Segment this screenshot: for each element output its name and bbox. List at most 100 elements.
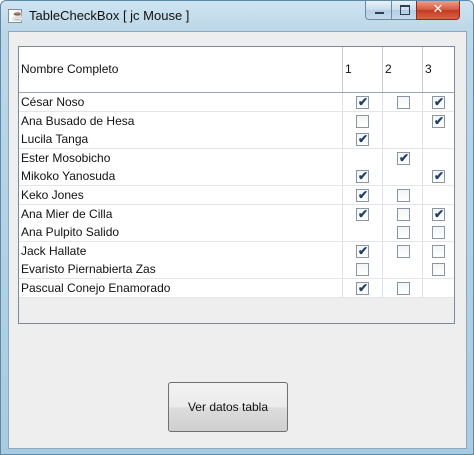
maximize-button[interactable] xyxy=(391,1,417,20)
row-check-cell-3[interactable]: ✔ xyxy=(423,205,454,223)
table-row[interactable]: Ester Mosobicho ✔ xyxy=(19,148,454,168)
table-row[interactable]: Ana Mier de Cilla ✔ ✔ xyxy=(19,204,454,224)
checkbox[interactable]: ✔ xyxy=(356,169,369,184)
table-row[interactable]: Evaristo Piernabierta Zas xyxy=(19,260,454,280)
checkbox[interactable]: ✔ xyxy=(356,243,369,258)
row-check-cell-3[interactable]: ✔ xyxy=(423,93,454,111)
row-check-cell-2[interactable] xyxy=(383,167,423,186)
row-check-cell-3[interactable] xyxy=(423,149,454,167)
row-name-cell[interactable]: Pascual Conejo Enamorado xyxy=(19,279,343,297)
table-row[interactable]: Ana Pulpito Salido xyxy=(19,223,454,243)
ver-datos-button[interactable]: Ver datos tabla xyxy=(168,382,288,432)
checkbox[interactable] xyxy=(397,244,410,258)
checkmark-icon: ✔ xyxy=(434,113,445,128)
checkbox[interactable] xyxy=(356,263,369,277)
checkbox[interactable]: ✔ xyxy=(397,150,410,165)
row-check-cell-2[interactable] xyxy=(383,204,423,223)
row-check-cell-3[interactable] xyxy=(423,186,454,204)
row-check-cell-3[interactable] xyxy=(423,130,454,148)
checkmark-icon: ✔ xyxy=(358,281,369,295)
checkbox[interactable]: ✔ xyxy=(432,169,445,184)
row-name-cell[interactable]: Ana Pulpito Salido xyxy=(19,223,343,242)
column-header-name[interactable]: Nombre Completo xyxy=(19,47,343,92)
column-header-1[interactable]: 1 xyxy=(343,47,383,92)
row-name-cell[interactable]: César Noso xyxy=(19,93,343,111)
row-check-cell-1[interactable]: ✔ xyxy=(343,130,383,149)
app-window: ☕ TableCheckBox [ jc Mouse ] ✕ Nombre Co… xyxy=(0,0,474,455)
row-name-cell[interactable]: Ester Mosobicho xyxy=(19,148,343,167)
java-icon: ☕ xyxy=(8,9,25,23)
row-name-cell[interactable]: Keko Jones xyxy=(19,186,343,204)
table-scroll-pane[interactable]: Nombre Completo 1 2 3 César Noso ✔ ✔ Ana Bu… xyxy=(18,46,455,324)
column-header-3[interactable]: 3 xyxy=(423,47,454,92)
row-name-cell[interactable]: Ana Mier de Cilla xyxy=(19,204,343,223)
checkbox[interactable] xyxy=(397,282,410,295)
row-check-cell-3[interactable] xyxy=(423,223,454,241)
checkmark-icon: ✔ xyxy=(434,95,445,109)
checkmark-icon: ✔ xyxy=(358,243,369,258)
row-name-cell[interactable]: Jack Hallate xyxy=(19,241,343,260)
checkbox[interactable] xyxy=(432,226,445,240)
checkmark-icon: ✔ xyxy=(434,169,445,184)
row-check-cell-3[interactable]: ✔ xyxy=(423,112,454,130)
row-name-cell[interactable]: Lucila Tanga xyxy=(19,130,343,149)
row-name-cell[interactable]: Ana Busado de Hesa xyxy=(19,111,343,130)
checkbox[interactable]: ✔ xyxy=(356,132,369,147)
row-check-cell-3[interactable]: ✔ xyxy=(423,167,454,185)
checkbox[interactable] xyxy=(397,226,410,240)
content-panel: Nombre Completo 1 2 3 César Noso ✔ ✔ Ana Bu… xyxy=(8,31,467,449)
row-check-cell-1[interactable]: ✔ xyxy=(343,186,383,204)
row-name-cell[interactable]: Evaristo Piernabierta Zas xyxy=(19,260,343,279)
checkbox[interactable] xyxy=(356,114,369,128)
checkbox[interactable]: ✔ xyxy=(356,281,369,295)
minimize-button[interactable] xyxy=(365,1,392,20)
row-check-cell-3[interactable] xyxy=(423,242,454,260)
table-row[interactable]: César Noso ✔ ✔ xyxy=(19,93,454,112)
row-check-cell-1[interactable] xyxy=(343,260,383,279)
row-check-cell-1[interactable] xyxy=(343,148,383,167)
row-check-cell-1[interactable] xyxy=(343,223,383,242)
row-check-cell-2[interactable] xyxy=(383,241,423,260)
checkbox[interactable] xyxy=(432,263,445,277)
checkbox[interactable] xyxy=(397,189,410,202)
row-check-cell-1[interactable] xyxy=(343,111,383,130)
row-check-cell-1[interactable]: ✔ xyxy=(343,93,383,111)
row-name-cell[interactable]: Mikoko Yanosuda xyxy=(19,167,343,186)
row-check-cell-2[interactable] xyxy=(383,223,423,242)
row-check-cell-2[interactable]: ✔ xyxy=(383,148,423,167)
checkbox[interactable]: ✔ xyxy=(432,95,445,109)
row-check-cell-3[interactable] xyxy=(423,260,454,278)
row-check-cell-2[interactable] xyxy=(383,279,423,297)
checkbox[interactable]: ✔ xyxy=(432,113,445,128)
table-row[interactable]: Lucila Tanga ✔ xyxy=(19,130,454,150)
row-check-cell-2[interactable] xyxy=(383,130,423,149)
table-header: Nombre Completo 1 2 3 xyxy=(19,47,454,93)
row-check-cell-2[interactable] xyxy=(383,93,423,111)
table-row[interactable]: Ana Busado de Hesa ✔ xyxy=(19,111,454,131)
column-header-2[interactable]: 2 xyxy=(383,47,423,92)
checkmark-icon: ✔ xyxy=(358,169,369,184)
close-button[interactable]: ✕ xyxy=(416,1,460,20)
checkbox[interactable]: ✔ xyxy=(356,207,369,221)
checkbox[interactable] xyxy=(397,96,410,109)
row-check-cell-1[interactable]: ✔ xyxy=(343,279,383,297)
row-check-cell-1[interactable]: ✔ xyxy=(343,241,383,260)
checkbox[interactable]: ✔ xyxy=(356,95,369,109)
checkbox[interactable]: ✔ xyxy=(356,188,369,202)
row-check-cell-2[interactable] xyxy=(383,260,423,279)
table-row[interactable]: Keko Jones ✔ xyxy=(19,186,454,205)
row-check-cell-1[interactable]: ✔ xyxy=(343,167,383,186)
checkbox[interactable] xyxy=(432,244,445,258)
checkbox[interactable]: ✔ xyxy=(432,207,445,221)
checkbox[interactable] xyxy=(397,207,410,221)
checkmark-icon: ✔ xyxy=(399,150,410,165)
close-icon: ✕ xyxy=(432,2,444,17)
row-check-cell-2[interactable] xyxy=(383,186,423,204)
row-check-cell-3[interactable] xyxy=(423,279,454,297)
title-bar[interactable]: ☕ TableCheckBox [ jc Mouse ] ✕ xyxy=(1,1,473,31)
table-row[interactable]: Jack Hallate ✔ xyxy=(19,241,454,261)
table-row[interactable]: Pascual Conejo Enamorado ✔ xyxy=(19,279,454,298)
row-check-cell-1[interactable]: ✔ xyxy=(343,204,383,223)
row-check-cell-2[interactable] xyxy=(383,111,423,130)
table-row[interactable]: Mikoko Yanosuda ✔ ✔ xyxy=(19,167,454,187)
